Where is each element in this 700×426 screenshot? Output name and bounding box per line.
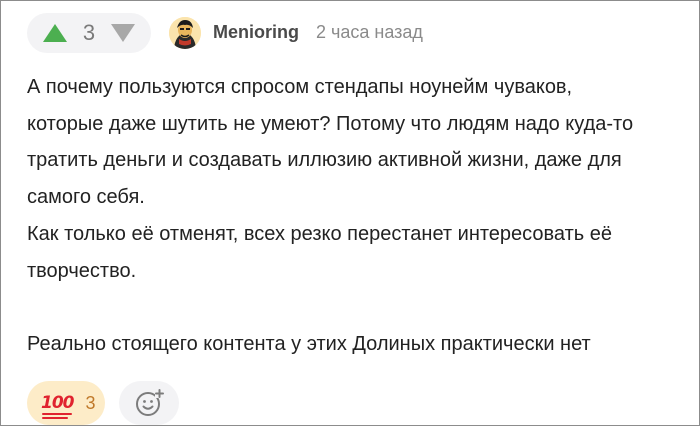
add-reaction-smiley-icon: [136, 389, 164, 416]
avatar-image: [169, 17, 201, 49]
comment-text: А почему пользуются спросом стендапы ноу…: [27, 69, 695, 363]
reaction-100-button[interactable]: 100 3: [27, 381, 105, 425]
comment-line: самого себя.: [27, 186, 145, 209]
upvote-button[interactable]: [41, 19, 69, 47]
comment-line: которые даже шутить не умеют? Потому что…: [27, 112, 634, 135]
comment-card: 3 Menioring 2 часа назад А почему пользу…: [0, 0, 700, 426]
comment-line: Реально стоящего контента у этих Долиных…: [27, 332, 591, 355]
vote-count: 3: [82, 20, 96, 45]
comment-line: Как только её отменят, всех резко перест…: [27, 222, 612, 245]
comment-line: творчество.: [27, 259, 137, 282]
comment-timestamp[interactable]: 2 часа назад: [316, 22, 423, 43]
vote-control: 3: [27, 13, 151, 53]
reaction-count: 3: [85, 392, 96, 413]
downvote-button[interactable]: [109, 19, 137, 47]
comment-line: тратить деньги и создавать иллюзию актив…: [27, 149, 622, 172]
author-name[interactable]: Menioring: [213, 22, 299, 43]
comment-line: А почему пользуются спросом стендапы ноу…: [27, 76, 573, 98]
avatar[interactable]: [169, 17, 201, 49]
add-reaction-button[interactable]: [119, 381, 179, 425]
hundred-points-icon: 100: [41, 394, 74, 419]
triangle-down-icon: [111, 24, 135, 42]
triangle-up-icon: [43, 24, 67, 42]
